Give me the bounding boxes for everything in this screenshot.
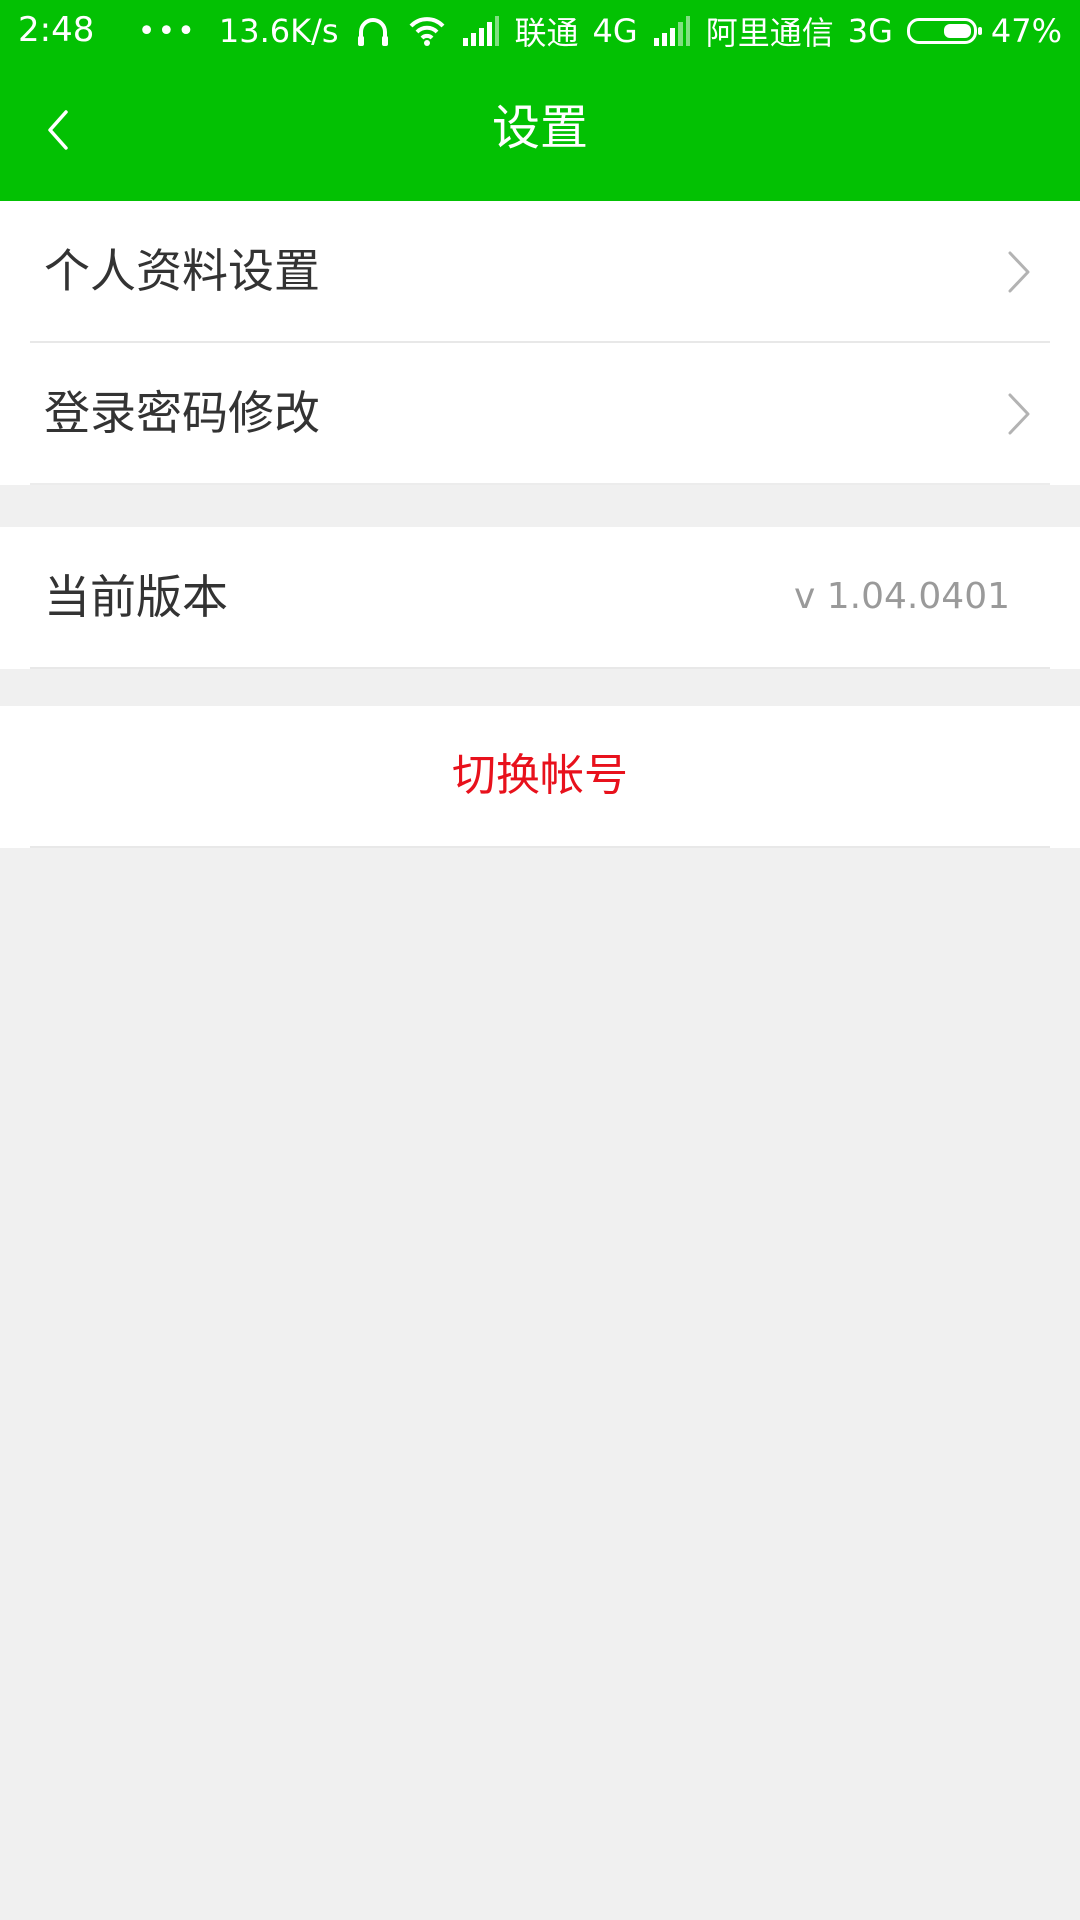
version-label: 当前版本 [44, 570, 228, 624]
chevron-right-icon [1004, 391, 1034, 437]
version-value: v 1.04.0401 [794, 576, 1010, 617]
switch-account-label: 切换帐号 [452, 750, 628, 801]
network-type-1: 4G [592, 12, 638, 50]
wifi-icon [407, 14, 447, 48]
navigation-bar: 设置 [0, 62, 1080, 201]
status-bar: 2:48 ••• 13.6K/s 联通 4G 阿里通信 3G 47% [0, 0, 1080, 62]
status-indicators: ••• 13.6K/s 联通 4G 阿里通信 3G 47% [138, 8, 1062, 54]
status-time: 2:48 [18, 10, 95, 50]
app-header: 2:48 ••• 13.6K/s 联通 4G 阿里通信 3G 47% 设置 [0, 0, 1080, 201]
battery-level [943, 24, 971, 38]
carrier-1: 联通 [514, 14, 579, 52]
change-password-item[interactable]: 登录密码修改 [30, 343, 1050, 485]
settings-group-switch: 切换帐号 [0, 706, 1080, 848]
settings-group-version: 当前版本 v 1.04.0401 [0, 527, 1080, 669]
network-type-2: 3G [847, 12, 893, 50]
more-notifications-icon: ••• [137, 13, 197, 49]
chevron-right-icon [1004, 249, 1034, 295]
battery-icon [906, 18, 982, 44]
battery-percent: 47% [990, 12, 1062, 50]
signal-strength-icon-2 [652, 14, 692, 48]
current-version-item: 当前版本 v 1.04.0401 [30, 527, 1050, 669]
network-speed: 13.6K/s [218, 12, 339, 50]
signal-strength-icon [461, 14, 501, 48]
settings-group-account: 个人资料设置 登录密码修改 [0, 201, 1080, 485]
carrier-2: 阿里通信 [705, 14, 834, 52]
page-title: 设置 [491, 100, 588, 156]
list-item-label: 登录密码修改 [44, 386, 320, 440]
headphones-icon [353, 14, 393, 48]
switch-account-button[interactable]: 切换帐号 [30, 706, 1050, 848]
list-item-label: 个人资料设置 [44, 244, 320, 298]
profile-settings-item[interactable]: 个人资料设置 [30, 201, 1050, 343]
